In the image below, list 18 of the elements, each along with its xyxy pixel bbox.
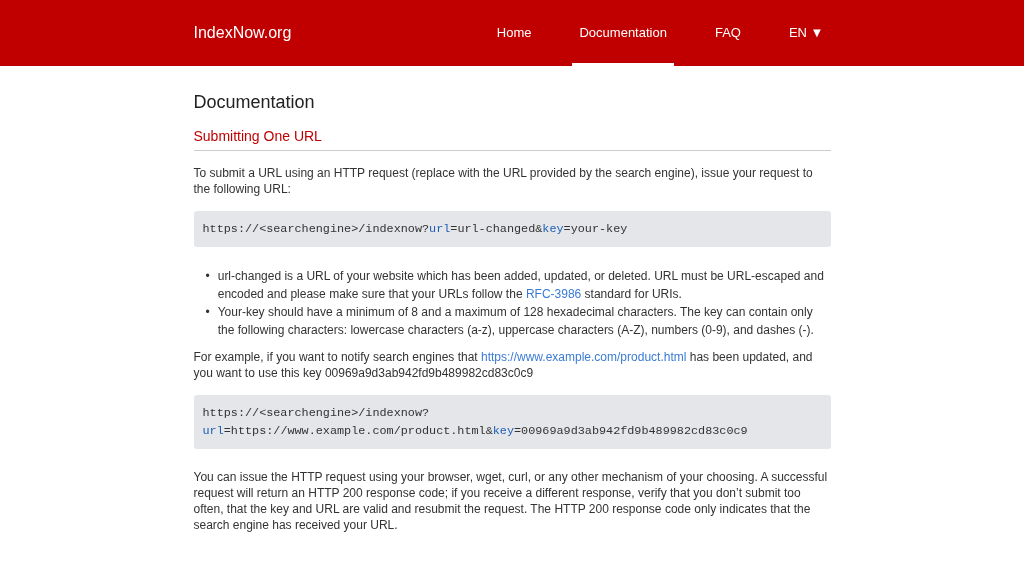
code-block: https://<searchengine>/indexnow? url=https://www.example.com/product.html&key=00969a9d3ab942fd9b489982cd83c0c9	[193, 395, 831, 450]
page-title: Documentation	[193, 92, 316, 114]
nav-link[interactable]: Home	[489, 0, 539, 66]
code-block: https://<searchengine>/indexnow?url=url-changed&key=your-key	[193, 211, 831, 248]
language-dropdown[interactable]: EN ▼	[781, 0, 831, 66]
bullet-mark: •	[205, 268, 210, 286]
text-link[interactable]: RFC-3986	[525, 287, 582, 302]
bullet-item: url-changed is a URL of your website which has been added, updated, or deleted. URL must be URL-escaped and encoded and please make sure that your URLs follow the RFC-3986 standard for URIs.	[217, 268, 825, 304]
bullet-mark: •	[205, 304, 210, 322]
paragraph: You can issue the HTTP request using your browser, wget, curl, or any other mechanism of your choosing. A successful request will return an HTTP 200 response code; if you receive a different response, verify that you don’t submit too often, that the key and URL are valid and resubmit the request. The HTTP 200 response code only indicates that the search engine has received your URL.	[193, 469, 829, 534]
site-logo-link[interactable]: IndexNow.org	[193, 21, 292, 45]
bullet-item: Your-key should have a minimum of 8 and a maximum of 128 hexadecimal characters. The key can contain only the following characters: lowercase characters (a-z), uppercase characters (A-Z), numbers (0-9), and dashes (-).	[217, 304, 815, 340]
text-link[interactable]: https://www.example.com/product.html	[481, 350, 687, 365]
paragraph: For example, if you want to notify search engines that https://www.example.com/product.html has been updated, and you want to use this key 00969a9d3ab942fd9b489982cd83c0c9	[193, 349, 814, 382]
paragraph: To submit a URL using an HTTP request (replace with the URL provided by the search engine), issue your request to the following URL:	[193, 165, 814, 198]
section-heading: Submitting One URL	[193, 127, 831, 152]
nav-link[interactable]: Documentation	[572, 0, 674, 66]
nav-link[interactable]: FAQ	[707, 0, 748, 66]
